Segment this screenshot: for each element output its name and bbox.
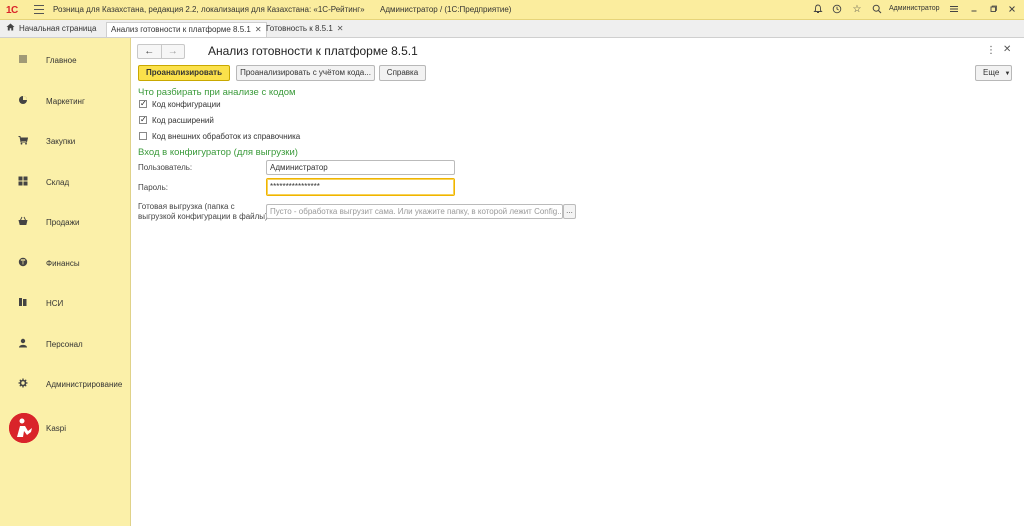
list-icon <box>17 54 29 66</box>
coins-icon: ₸ <box>17 257 29 269</box>
export-folder-field[interactable]: Пусто - обработка выгрузит сама. Или ука… <box>266 204 563 219</box>
tab-analysis[interactable]: Анализ готовности к платформе 8.5.1 ✕ <box>106 22 267 37</box>
external-processing-checkbox[interactable] <box>139 132 147 140</box>
select-folder-button[interactable]: ... <box>563 204 576 219</box>
restore-icon[interactable] <box>987 4 999 16</box>
external-processing-label: Код внешних обработок из справочника <box>152 132 301 141</box>
extensions-code-checkbox[interactable]: ✓ <box>139 116 147 124</box>
search-icon[interactable] <box>871 4 883 16</box>
section-login-title: Вход в конфигуратор (для выгрузки) <box>138 147 298 158</box>
tab-bar: Начальная страница Анализ готовности к п… <box>0 20 1024 38</box>
book-icon <box>17 297 29 309</box>
sidebar-item-sales[interactable]: Продажи <box>0 211 131 233</box>
config-code-label: Код конфигурации <box>152 100 221 109</box>
sidebar: Главное Маркетинг Закупки Склад Продажи … <box>0 38 131 526</box>
grid-icon <box>17 176 29 188</box>
1c-logo-icon: 1С <box>6 4 18 16</box>
settings-icon[interactable] <box>948 4 960 16</box>
sidebar-item-marketing[interactable]: Маркетинг <box>0 90 131 112</box>
tab-close-icon[interactable]: ✕ <box>255 25 262 34</box>
forward-arrow-icon[interactable]: → <box>160 45 185 58</box>
sidebar-item-kaspi[interactable]: Kaspi <box>0 413 131 443</box>
sidebar-item-finance[interactable]: ₸ Финансы <box>0 252 131 274</box>
analyze-button[interactable]: Проанализировать <box>138 65 230 81</box>
minimize-icon[interactable] <box>968 4 980 16</box>
extensions-code-label: Код расширений <box>152 116 214 125</box>
password-field[interactable]: **************** <box>266 178 455 196</box>
export-label: Готовая выгрузка (папка с выгрузкой конф… <box>138 202 270 221</box>
history-icon[interactable] <box>831 4 843 16</box>
sidebar-item-administration[interactable]: Администрирование <box>0 373 131 395</box>
section-analyze-title: Что разбирать при анализе с кодом <box>138 87 296 98</box>
title-bar: 1С Розница для Казахстана, редакция 2.2,… <box>0 0 1024 20</box>
sidebar-item-personnel[interactable]: Персонал <box>0 333 131 355</box>
kaspi-logo-icon <box>9 413 39 443</box>
user-label: Пользователь: <box>138 163 193 172</box>
sidebar-item-purchases[interactable]: Закупки <box>0 130 131 152</box>
gear-icon <box>17 378 29 390</box>
user-field[interactable]: Администратор <box>266 160 455 175</box>
password-label: Пароль: <box>138 183 168 192</box>
star-icon[interactable]: ☆ <box>851 4 863 16</box>
close-icon[interactable] <box>1006 4 1018 16</box>
user-title: Администратор / (1С:Предприятие) <box>380 5 512 14</box>
form-close-icon[interactable]: ✕ <box>1003 44 1011 55</box>
user-name[interactable]: Администратор <box>889 5 940 12</box>
main-menu-icon[interactable] <box>34 5 44 15</box>
more-actions-icon[interactable]: ⋮ <box>986 45 996 56</box>
bell-icon[interactable] <box>812 4 824 16</box>
tab-home[interactable]: Начальная страница <box>2 22 100 37</box>
nav-buttons: ← → <box>137 44 185 59</box>
sidebar-item-main[interactable]: Главное <box>0 49 131 71</box>
pie-chart-icon <box>17 95 29 107</box>
page-title: Анализ готовности к платформе 8.5.1 <box>208 44 418 58</box>
config-code-checkbox[interactable]: ✓ <box>139 100 147 108</box>
form-area: ← → Анализ готовности к платформе 8.5.1 … <box>131 38 1024 526</box>
app-title: Розница для Казахстана, редакция 2.2, ло… <box>53 5 365 14</box>
svg-text:₸: ₸ <box>21 259 26 267</box>
sidebar-item-warehouse[interactable]: Склад <box>0 171 131 193</box>
home-icon <box>6 22 15 36</box>
more-button[interactable]: Еще ▼ <box>975 65 1012 81</box>
back-arrow-icon[interactable]: ← <box>138 45 161 58</box>
chevron-down-icon: ▼ <box>1004 71 1011 77</box>
tab-readiness[interactable]: Готовность к 8.5.1 ✕ <box>262 22 347 37</box>
sidebar-item-nsi[interactable]: НСИ <box>0 292 131 314</box>
analyze-with-code-button[interactable]: Проанализировать с учётом кода... <box>236 65 375 81</box>
person-icon <box>17 338 29 350</box>
cart-icon <box>17 135 29 147</box>
basket-icon <box>17 216 29 228</box>
help-button[interactable]: Справка <box>379 65 426 81</box>
tab-close-icon[interactable]: ✕ <box>337 24 344 33</box>
